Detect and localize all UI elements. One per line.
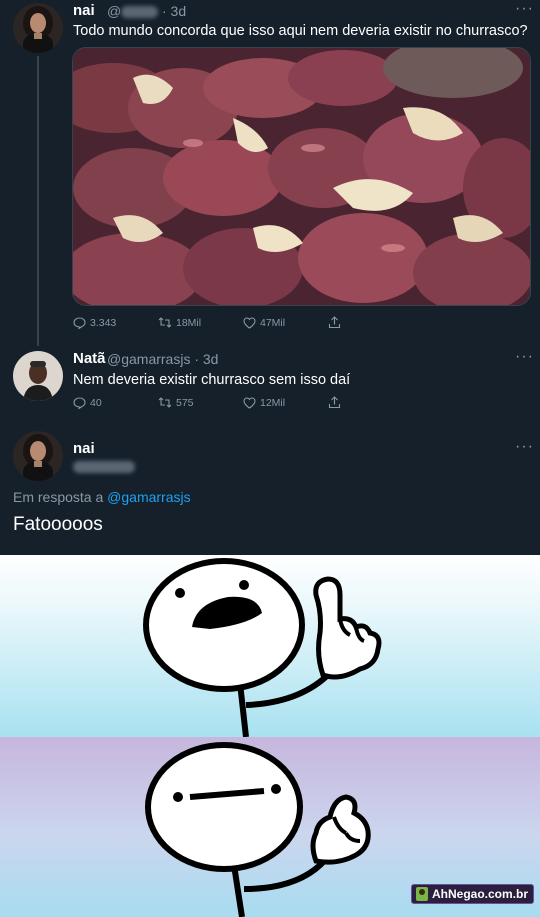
retweet-icon: [158, 317, 172, 328]
like-button[interactable]: 12Mil: [243, 397, 328, 409]
thread-line: [37, 56, 39, 346]
retweet-count: 575: [176, 396, 194, 409]
watermark-text: AhNegao.com.br: [431, 887, 528, 901]
share-icon: [328, 316, 341, 329]
reply-prefix: Em resposta a: [13, 489, 104, 505]
author-handle[interactable]: @gamarrasjs · 3d: [107, 351, 218, 367]
like-button[interactable]: 47Mil: [243, 317, 328, 329]
avatar[interactable]: [13, 431, 63, 481]
avatar[interactable]: [13, 3, 63, 53]
author-name[interactable]: Natã: [73, 350, 106, 367]
author-name[interactable]: nai: [73, 2, 95, 19]
retweet-count: 18Mil: [176, 316, 202, 329]
retweet-button[interactable]: 575: [158, 397, 243, 409]
reply-button[interactable]: 3.343: [73, 317, 158, 329]
author-handle[interactable]: @: [107, 3, 121, 19]
meme-panel-top: [0, 555, 540, 738]
tweet-time[interactable]: · 3d: [162, 3, 186, 19]
reply-count: 40: [90, 396, 102, 409]
tweet-actions: 40 575 12Mil: [73, 396, 413, 409]
heart-icon: [243, 396, 256, 409]
share-icon: [328, 396, 341, 409]
tweet-actions: 3.343 18Mil 47Mil: [73, 316, 413, 329]
meme-panel-bottom: AhNegao.com.br: [0, 737, 540, 917]
watermark: AhNegao.com.br: [410, 884, 534, 904]
heart-icon: [243, 316, 256, 329]
retweet-icon: [158, 397, 172, 408]
more-options-icon[interactable]: ···: [515, 438, 534, 456]
twitter-thread: nai @ · 3d ··· Todo mundo concorda que i…: [0, 0, 540, 555]
share-button[interactable]: [328, 396, 413, 409]
avatar[interactable]: [13, 351, 63, 401]
author-name[interactable]: nai: [73, 440, 95, 457]
tweet-text: Fatooooos: [13, 514, 103, 535]
reply-icon: [73, 396, 86, 409]
stick-figure-excited: [143, 558, 382, 738]
tweet-photo[interactable]: [72, 47, 531, 306]
tweet-text: Nem deveria existir churrasco sem isso d…: [73, 372, 351, 388]
reply-count: 3.343: [90, 316, 117, 329]
like-count: 12Mil: [260, 396, 286, 409]
tweet-text: Todo mundo concorda que isso aqui nem de…: [73, 23, 528, 39]
reply-context: Em resposta a @gamarrasjs: [13, 489, 191, 505]
reply-button[interactable]: 40: [73, 397, 158, 409]
retweet-button[interactable]: 18Mil: [158, 317, 243, 329]
like-count: 47Mil: [260, 316, 286, 329]
more-options-icon[interactable]: ···: [515, 348, 534, 366]
ahnegao-logo-icon: [415, 887, 428, 901]
blurred-handle: [121, 6, 158, 18]
reply-mention-link[interactable]: @gamarrasjs: [107, 489, 190, 505]
blurred-handle: [73, 461, 135, 473]
reply-icon: [73, 316, 86, 329]
more-options-icon[interactable]: ···: [515, 0, 534, 18]
share-button[interactable]: [328, 316, 413, 329]
